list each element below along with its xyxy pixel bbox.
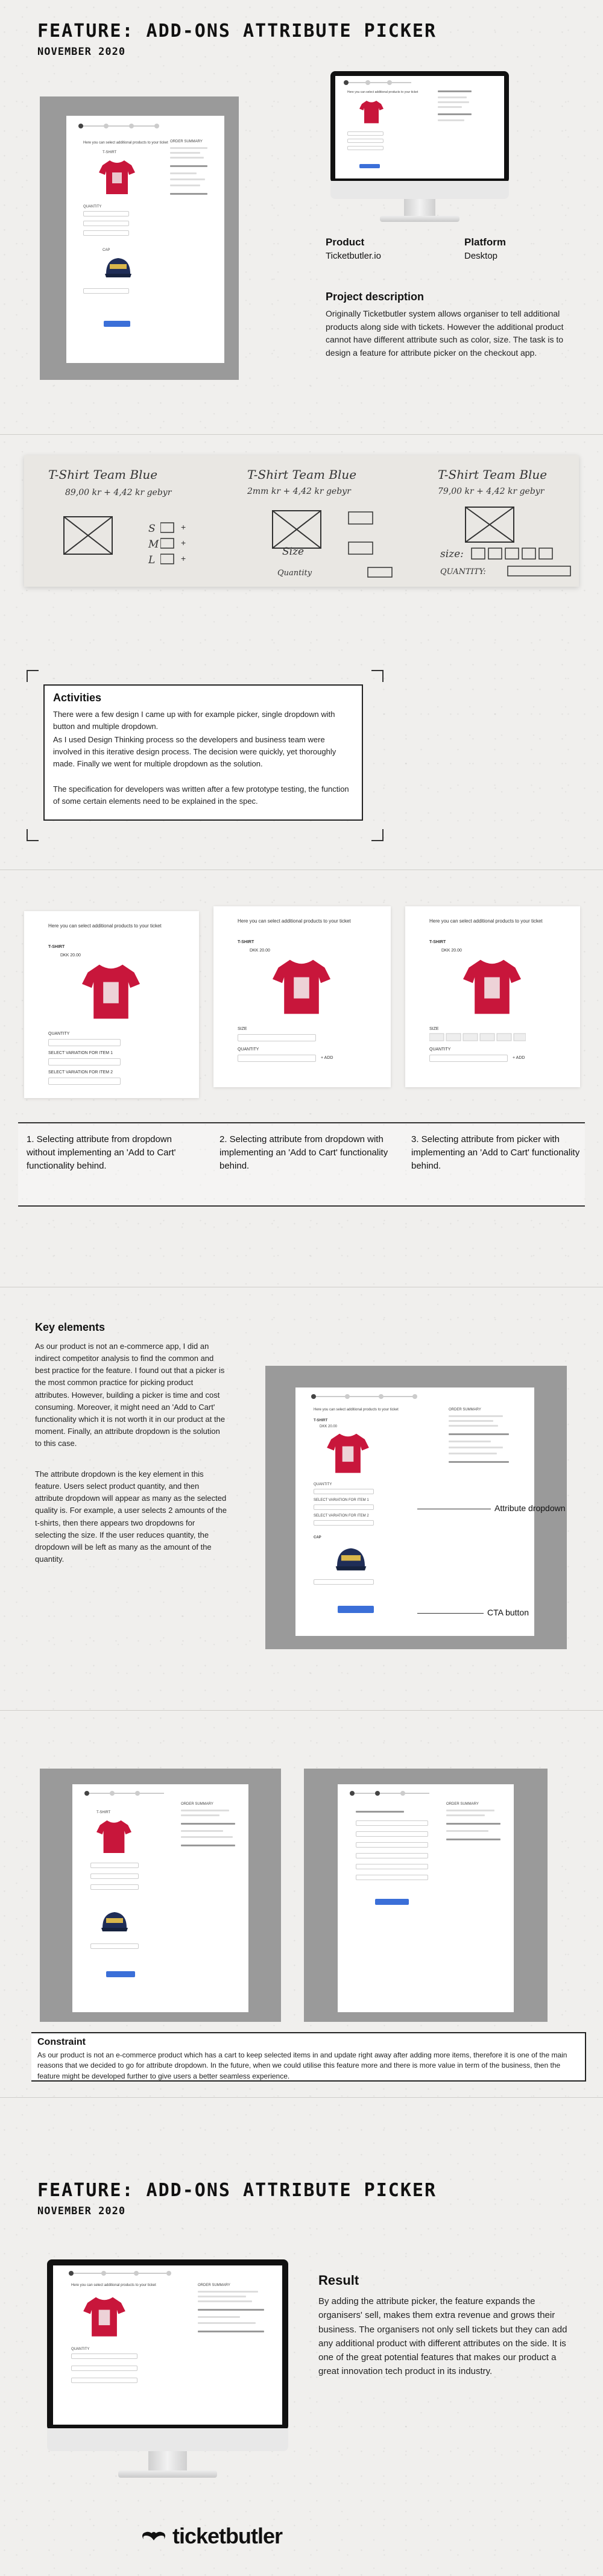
constraint-tshirt-image <box>96 1820 131 1854</box>
mock-continue-button <box>104 321 130 327</box>
activities-p1: There were a few design I came up with f… <box>53 710 335 731</box>
svg-text:+: + <box>181 522 186 532</box>
desktop-monitor: Here you can select additional products … <box>330 71 509 183</box>
option-3-tshirt-image <box>463 959 521 1014</box>
activities-p2: As I used Design Thinking process so the… <box>53 735 336 769</box>
result-monitor: Here you can select additional products … <box>47 2259 288 2431</box>
key-tshirt-image <box>327 1433 369 1473</box>
option-card-3: Here you can select additional products … <box>405 906 580 1087</box>
product-label: Product <box>326 236 365 248</box>
product-value: Ticketbutler.io <box>326 251 381 261</box>
annotation-attribute-dropdown: Attribute dropdown <box>494 1503 566 1513</box>
sketch-paper: T-Shirt Team Blue 89,00 kr + 4,42 kr geb… <box>24 455 579 587</box>
platform-label: Platform <box>464 236 506 248</box>
key-elements-section: Key elements As our product is not an e-… <box>0 1287 603 1709</box>
logo-text: ticketbutler <box>172 2524 283 2548</box>
option-caption-3: 3. Selecting attribute from picker with … <box>411 1134 580 1171</box>
annotation-cta-button: CTA button <box>487 1608 529 1617</box>
options-section: Here you can select additional products … <box>0 870 603 1286</box>
constraint-box: Constraint As our product is not an e-co… <box>31 2032 586 2082</box>
footer-title: FEATURE: ADD-ONS ATTRIBUTE PICKER <box>37 2180 437 2201</box>
sketch-section: T-Shirt Team Blue 89,00 kr + 4,42 kr geb… <box>0 435 603 869</box>
activities-box: Activities There were a few design I cam… <box>43 684 363 821</box>
constraint-section: T-SHIRT ORDER SUMMARY ORDER SUMMARY Cons… <box>0 1711 603 2097</box>
butler-mustache-icon <box>142 2531 165 2540</box>
tshirt-image <box>99 160 135 194</box>
monitor-tshirt-image <box>359 101 384 124</box>
option-caption-2: 2. Selecting attribute from dropdown wit… <box>219 1134 388 1171</box>
option-1-quantity-select <box>48 1039 121 1046</box>
svg-text:+: + <box>181 538 186 548</box>
option-1-tshirt-image <box>82 964 140 1019</box>
checkout-mock-frame: Here you can select additional products … <box>40 96 239 380</box>
constraint-mock-frame-1: T-SHIRT ORDER SUMMARY <box>40 1769 281 2022</box>
option-3-size-picker <box>429 1033 526 1041</box>
platform-value: Desktop <box>464 251 498 261</box>
project-description-heading: Project description <box>326 291 425 303</box>
key-cta-button <box>338 1606 374 1613</box>
page-date: NOVEMBER 2020 <box>37 46 126 58</box>
key-elements-p1: As our product is not an e-commerce app,… <box>35 1342 226 1448</box>
key-elements-p2: The attribute dropdown is the key elemen… <box>35 1470 227 1564</box>
sketch-image-placeholder-3 <box>465 507 514 543</box>
svg-text:+: + <box>181 554 186 563</box>
footer-date: NOVEMBER 2020 <box>37 2205 126 2217</box>
result-heading: Result <box>318 2273 359 2288</box>
overview-section: FEATURE: ADD-ONS ATTRIBUTE PICKER NOVEMB… <box>0 0 603 434</box>
activities-heading: Activities <box>53 692 102 704</box>
constraint-text: As our product is not an e-commerce prod… <box>37 2051 567 2080</box>
key-attribute-dropdown-2 <box>314 1520 374 1526</box>
constraint-heading: Constraint <box>37 2037 86 2047</box>
result-section: FEATURE: ADD-ONS ATTRIBUTE PICKER NOVEMB… <box>0 2098 603 2576</box>
key-attribute-dropdown-1 <box>314 1504 374 1510</box>
sketch-image-placeholder-2 <box>272 510 321 549</box>
option-card-1: Here you can select additional products … <box>24 911 199 1098</box>
result-text: By adding the attribute picker, the feat… <box>318 2296 567 2377</box>
key-quantity-select <box>314 1489 374 1494</box>
sketch-image-placeholder-1 <box>63 516 113 555</box>
result-tshirt-image <box>83 2297 125 2337</box>
option-2-tshirt-image <box>273 959 330 1014</box>
project-description-text: Originally Ticketbutler system allows or… <box>326 309 564 358</box>
key-cap-image <box>335 1548 367 1571</box>
cap-image <box>105 258 131 277</box>
key-elements-heading: Key elements <box>35 1321 106 1333</box>
checkout-page-mock: Here you can select additional products … <box>66 116 224 363</box>
constraint-cap-image <box>101 1912 128 1931</box>
constraint-mock-frame-2: ORDER SUMMARY <box>304 1769 548 2022</box>
ticketbutler-logo: ticketbutler <box>140 2524 283 2549</box>
page-title: FEATURE: ADD-ONS ATTRIBUTE PICKER <box>37 21 437 42</box>
activities-p3: The specification for developers was wri… <box>53 784 349 806</box>
option-card-2: Here you can select additional products … <box>213 906 391 1087</box>
option-caption-1: 1. Selecting attribute from dropdown wit… <box>27 1134 176 1171</box>
